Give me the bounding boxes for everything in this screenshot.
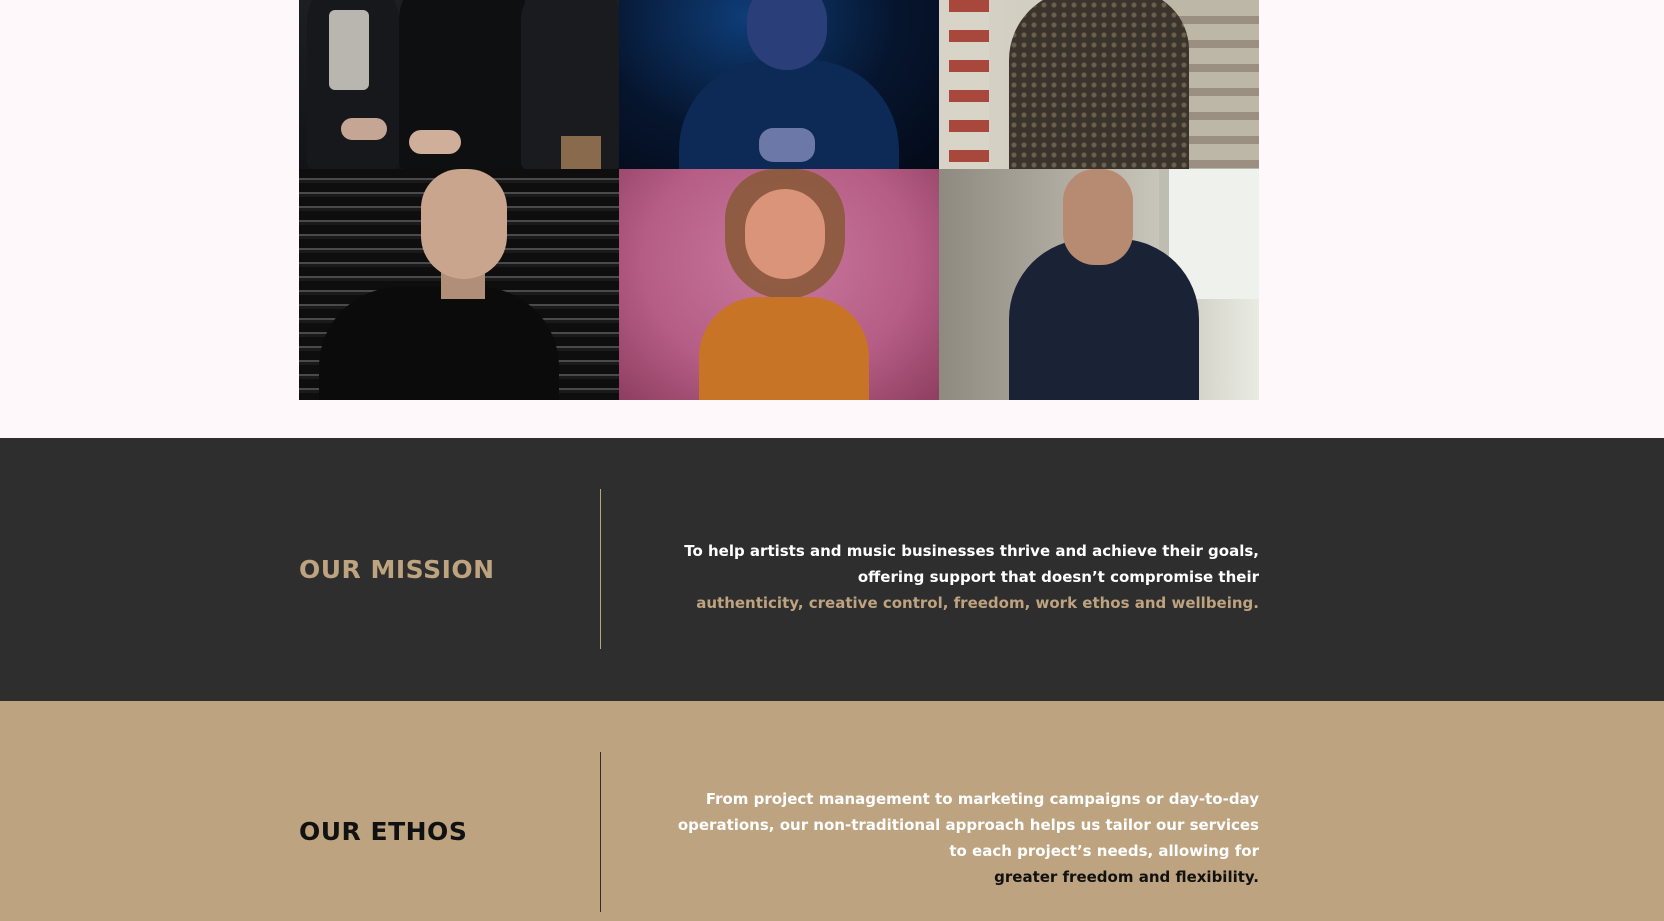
gallery-photo-dark-portrait (299, 169, 619, 400)
gallery-photo-pink-portrait (619, 169, 939, 400)
face-shape (1063, 169, 1133, 265)
ethos-section: OUR ETHOS From project management to mar… (0, 701, 1664, 921)
stool-shape (561, 136, 601, 169)
face-shape (421, 169, 507, 279)
mission-heading: OUR MISSION (299, 555, 495, 584)
ethos-text-line: From project management to marketing cam… (705, 790, 1259, 808)
person-figure (319, 287, 559, 400)
ethos-divider (600, 752, 601, 912)
ethos-heading: OUR ETHOS (299, 817, 468, 846)
gallery-photo-window-portrait (939, 169, 1259, 400)
ethos-text-line: to each project’s needs, allowing for (949, 842, 1259, 860)
hands-shape (759, 128, 815, 162)
photo-gallery (299, 0, 1259, 400)
patterned-coat-figure (1009, 0, 1189, 169)
mission-text-highlight: authenticity, creative control, freedom,… (696, 594, 1259, 612)
mission-divider (600, 489, 601, 649)
gallery-photo-building (939, 0, 1259, 169)
hands-shape (341, 118, 387, 140)
hands-shape (409, 130, 461, 154)
mission-text-line: To help artists and music businesses thr… (684, 542, 1259, 560)
ethos-text-line: operations, our non-traditional approach… (677, 816, 1259, 834)
gallery-photo-blue-portrait (619, 0, 939, 169)
mission-text: To help artists and music businesses thr… (684, 538, 1259, 616)
shirt-shape (699, 297, 869, 400)
shirt-shape (329, 10, 369, 90)
ethos-text-highlight: greater freedom and flexibility. (994, 868, 1259, 886)
ethos-text: From project management to marketing cam… (678, 786, 1259, 890)
mission-text-line: offering support that doesn’t compromise… (857, 568, 1259, 586)
face-shape (745, 189, 825, 279)
gallery-photo-band (299, 0, 619, 169)
mission-section: OUR MISSION To help artists and music bu… (0, 438, 1664, 701)
building-windows (949, 0, 989, 169)
